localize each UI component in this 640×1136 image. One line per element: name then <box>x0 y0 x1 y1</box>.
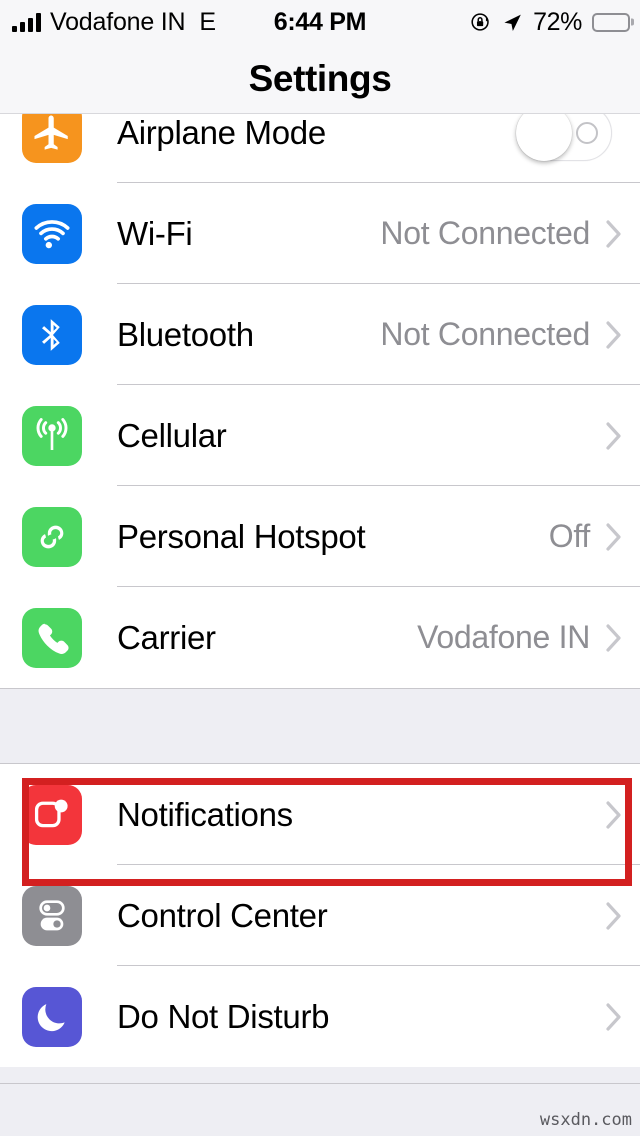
chevron-right-icon <box>606 522 622 551</box>
airplane-mode-toggle[interactable] <box>516 114 612 161</box>
settings-row-accessory: Not Connected <box>380 316 640 353</box>
settings-row-control-center[interactable]: Control Center <box>0 865 640 966</box>
settings-row-do-not-disturb[interactable]: Do Not Disturb <box>0 966 640 1067</box>
settings-row-accessory: Off <box>549 518 640 555</box>
settings-group-connectivity: Airplane Mode Wi-Fi Not Connected Blueto… <box>0 114 640 688</box>
settings-row-label: Airplane Mode <box>117 114 326 151</box>
toggle-off-indicator <box>576 121 598 144</box>
notifications-badge-icon <box>22 784 82 845</box>
status-carrier-name: Vodafone IN <box>50 7 186 36</box>
settings-group-alerts: Notifications Control Center Do Not Dist… <box>0 764 640 1067</box>
chevron-right-icon <box>606 1002 622 1031</box>
cellular-antenna-icon <box>22 405 82 466</box>
chevron-right-icon <box>606 219 622 248</box>
chevron-right-icon <box>606 901 622 930</box>
watermark-label: wsxdn.com <box>539 1110 632 1130</box>
settings-row-label: Cellular <box>117 416 227 454</box>
settings-row-label: Notifications <box>117 795 293 833</box>
footer-bar: wsxdn.com <box>0 1083 640 1136</box>
status-bar-right: 72% <box>470 8 630 37</box>
chevron-right-icon <box>606 623 622 652</box>
settings-row-accessory <box>590 1002 640 1031</box>
hotspot-link-icon <box>22 506 82 567</box>
settings-row-accessory: Not Connected <box>380 215 640 252</box>
toggle-knob <box>516 114 572 161</box>
phone-handset-icon <box>22 607 82 668</box>
settings-row-label: Personal Hotspot <box>117 517 366 555</box>
status-network-type: E <box>199 7 217 36</box>
settings-row-value: Vodafone IN <box>417 619 590 655</box>
chevron-right-icon <box>606 421 622 450</box>
settings-screen: Vodafone IN E 6:44 PM 72% Settings Airpl… <box>0 0 640 1136</box>
status-bar: Vodafone IN E 6:44 PM 72% <box>0 0 640 44</box>
wifi-icon <box>22 203 82 264</box>
settings-row-accessory: Vodafone IN <box>417 619 640 656</box>
battery-icon <box>592 12 630 32</box>
navigation-bar: Settings <box>0 44 640 114</box>
settings-row-value: Not Connected <box>380 215 590 251</box>
settings-list[interactable]: Airplane Mode Wi-Fi Not Connected Blueto… <box>0 114 640 1136</box>
settings-row-carrier[interactable]: Carrier Vodafone IN <box>0 587 640 688</box>
airplane-icon <box>22 114 82 163</box>
settings-row-personal-hotspot[interactable]: Personal Hotspot Off <box>0 486 640 587</box>
status-bar-left: Vodafone IN E <box>12 8 216 37</box>
settings-row-value: Not Connected <box>380 316 590 352</box>
settings-row-airplane-mode[interactable]: Airplane Mode <box>0 114 640 183</box>
settings-row-cellular[interactable]: Cellular <box>0 385 640 486</box>
location-arrow-icon <box>504 14 521 31</box>
settings-row-label: Do Not Disturb <box>117 997 330 1035</box>
rotation-lock-icon <box>471 13 489 31</box>
settings-row-label: Wi-Fi <box>117 214 193 252</box>
settings-row-accessory <box>590 800 640 829</box>
settings-row-accessory <box>516 114 640 161</box>
settings-row-bluetooth[interactable]: Bluetooth Not Connected <box>0 284 640 385</box>
group-separator-gap <box>0 688 640 764</box>
battery-percent-label: 72% <box>533 7 582 36</box>
settings-row-label: Carrier <box>117 618 216 656</box>
bluetooth-icon <box>22 304 82 365</box>
moon-icon <box>22 986 82 1047</box>
settings-row-label: Control Center <box>117 896 328 934</box>
chevron-right-icon <box>606 320 622 349</box>
chevron-right-icon <box>606 800 622 829</box>
settings-row-notifications[interactable]: Notifications <box>0 764 640 865</box>
settings-row-value: Off <box>548 518 591 554</box>
signal-bars-icon <box>12 12 41 32</box>
settings-row-accessory <box>590 901 640 930</box>
page-title: Settings <box>248 57 392 99</box>
settings-row-label: Bluetooth <box>117 315 254 353</box>
settings-row-accessory <box>590 421 640 450</box>
settings-row-wifi[interactable]: Wi-Fi Not Connected <box>0 183 640 284</box>
control-center-toggles-icon <box>22 885 82 946</box>
